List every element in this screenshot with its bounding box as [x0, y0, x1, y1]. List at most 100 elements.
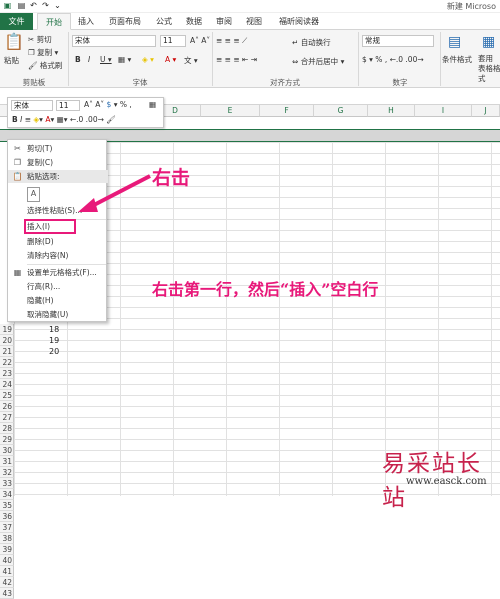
row-header[interactable]: 27: [0, 412, 14, 423]
mini-font-name[interactable]: 宋体: [11, 100, 53, 111]
annotation-arrow: [78, 174, 151, 212]
customize-qa-icon[interactable]: ⌄: [52, 1, 63, 11]
title-bar: ▣ ▤ ↶ ↷ ⌄ 新建 Microso: [0, 0, 500, 13]
row-header[interactable]: 28: [0, 423, 14, 434]
row-header[interactable]: 32: [0, 467, 14, 478]
cell-value[interactable]: 20: [49, 346, 59, 357]
wrap-text-button[interactable]: ↵ 自动换行: [292, 37, 331, 48]
row-header[interactable]: 38: [0, 533, 14, 544]
cut-button[interactable]: ✂ 剪切: [28, 34, 52, 45]
row-header[interactable]: 24: [0, 379, 14, 390]
right-click-callout: 右击: [152, 167, 191, 189]
row-header[interactable]: 22: [0, 357, 14, 368]
alignment-group-label: 对齐方式: [270, 78, 300, 87]
tab-foxit-reader[interactable]: 福昕阅读器: [272, 13, 326, 30]
fill-color-icon[interactable]: ◈ ▾: [142, 55, 154, 64]
row-header[interactable]: 30: [0, 445, 14, 456]
paste-button[interactable]: 粘贴: [4, 55, 19, 66]
phonetic-icon[interactable]: 文 ▾: [184, 55, 198, 66]
paste-clipboard-icon: A: [27, 187, 40, 202]
row-header[interactable]: 41: [0, 566, 14, 577]
border-icon[interactable]: ▦ ▾: [118, 55, 131, 64]
align-icons[interactable]: ≡ ≡ ≡ ⇤ ⇥: [216, 55, 257, 64]
copy-button[interactable]: ❐ 复制 ▾: [28, 47, 58, 58]
row-header[interactable]: 26: [0, 401, 14, 412]
row-header[interactable]: 35: [0, 500, 14, 511]
paste-icon[interactable]: 📋: [4, 32, 24, 54]
row-header[interactable]: 43: [0, 588, 14, 599]
column-header-J[interactable]: J: [472, 105, 500, 117]
cell-value[interactable]: 18: [49, 324, 59, 335]
excel-logo-icon: ▣: [3, 1, 12, 10]
number-format-icons[interactable]: $ ▾ % , ←.0 .00→: [362, 55, 424, 64]
align-top-icons[interactable]: ≡ ≡ ≡ ⟋: [216, 36, 247, 46]
column-header-G[interactable]: G: [314, 105, 368, 117]
row-header[interactable]: 31: [0, 456, 14, 467]
format-painter-button[interactable]: 🖌 格式刷: [28, 60, 62, 71]
table-format-icon[interactable]: ▦: [482, 34, 495, 50]
tab-formulas[interactable]: 公式: [152, 13, 176, 30]
copy-icon: ❐: [28, 48, 35, 57]
mini-toolbar: 宋体 11 A˄ A˅ $ ▾ % , ▦ B I ≡ ◈▾ A▾ ▦▾ ←.0…: [7, 97, 164, 128]
row-header[interactable]: 21: [0, 346, 14, 357]
tab-page-layout[interactable]: 页面布局: [103, 13, 147, 30]
instruction-callout: 右击第一行，然后“插入”空白行: [152, 280, 379, 299]
row-header[interactable]: 37: [0, 522, 14, 533]
copy-icon: ❐: [13, 158, 22, 167]
number-group-label: 数字: [392, 78, 408, 87]
column-header-F[interactable]: F: [260, 105, 314, 117]
menu-item-format-cells[interactable]: ▦ 设置单元格格式(F)...: [8, 266, 108, 279]
mini-font-grow-icons[interactable]: A˄ A˅ $ ▾ % ,: [84, 100, 132, 109]
row-header[interactable]: 23: [0, 368, 14, 379]
tab-insert[interactable]: 插入: [74, 13, 98, 30]
font-grow-shrink-icons[interactable]: A˄ A˅: [190, 36, 210, 45]
undo-icon[interactable]: ↶: [28, 1, 39, 11]
menu-item-row-height[interactable]: 行高(R)...: [8, 280, 108, 293]
tab-home[interactable]: 开始: [37, 13, 71, 30]
row-header[interactable]: 36: [0, 511, 14, 522]
row-header[interactable]: 20: [0, 335, 14, 346]
row-header[interactable]: 39: [0, 544, 14, 555]
save-icon[interactable]: ▤: [16, 1, 27, 11]
merge-center-button[interactable]: ⇔ 合并后居中 ▾: [292, 56, 344, 67]
tab-view[interactable]: 视图: [242, 13, 266, 30]
tab-data[interactable]: 数据: [182, 13, 206, 30]
row-header[interactable]: 42: [0, 577, 14, 588]
italic-button[interactable]: I: [88, 55, 90, 64]
row-header[interactable]: 25: [0, 390, 14, 401]
merge-icon: ⇔: [292, 57, 299, 66]
menu-item-delete[interactable]: 删除(D): [8, 235, 108, 248]
menu-item-unhide[interactable]: 取消隐藏(U): [8, 308, 108, 321]
tab-file[interactable]: 文件: [0, 13, 33, 30]
cell-value[interactable]: 19: [49, 335, 59, 346]
table-format-button[interactable]: 套用 表格格式: [478, 54, 500, 84]
font-size-box[interactable]: 11: [160, 35, 186, 47]
redo-icon[interactable]: ↷: [40, 1, 51, 11]
column-header-E[interactable]: E: [201, 105, 260, 117]
menu-item-clear-contents[interactable]: 清除内容(N): [8, 249, 108, 262]
wrap-icon: ↵: [292, 38, 299, 47]
bold-button[interactable]: B: [75, 55, 81, 64]
conditional-format-icon[interactable]: ▤: [448, 34, 461, 50]
mini-format-icons[interactable]: B I ≡ ◈▾ A▾ ▦▾ ←.0 .00→ 🖌: [12, 115, 116, 124]
column-header-I[interactable]: I: [415, 105, 472, 117]
row-header[interactable]: 19: [0, 324, 14, 335]
menu-item-cut[interactable]: ✂ 剪切(T): [8, 142, 108, 155]
row-header[interactable]: 33: [0, 478, 14, 489]
number-format-box[interactable]: 常规: [362, 35, 434, 47]
row-header[interactable]: 40: [0, 555, 14, 566]
font-name-box[interactable]: 宋体: [72, 35, 156, 47]
font-color-icon[interactable]: A ▾: [165, 55, 176, 64]
window-title: 新建 Microso: [446, 2, 496, 11]
underline-button[interactable]: U ▾: [100, 55, 112, 64]
column-header-H[interactable]: H: [368, 105, 415, 117]
conditional-format-button[interactable]: 条件格式: [442, 54, 472, 65]
row-header[interactable]: 34: [0, 489, 14, 500]
tab-review[interactable]: 审阅: [212, 13, 236, 30]
mini-font-size[interactable]: 11: [56, 100, 80, 111]
ribbon-tabs: 文件 开始 插入 页面布局 公式 数据 审阅 视图 福昕阅读器: [0, 13, 500, 30]
row-header[interactable]: 29: [0, 434, 14, 445]
mini-table-icon[interactable]: ▦: [149, 100, 156, 109]
menu-item-hide[interactable]: 隐藏(H): [8, 294, 108, 307]
scissors-icon: ✂: [28, 35, 35, 44]
